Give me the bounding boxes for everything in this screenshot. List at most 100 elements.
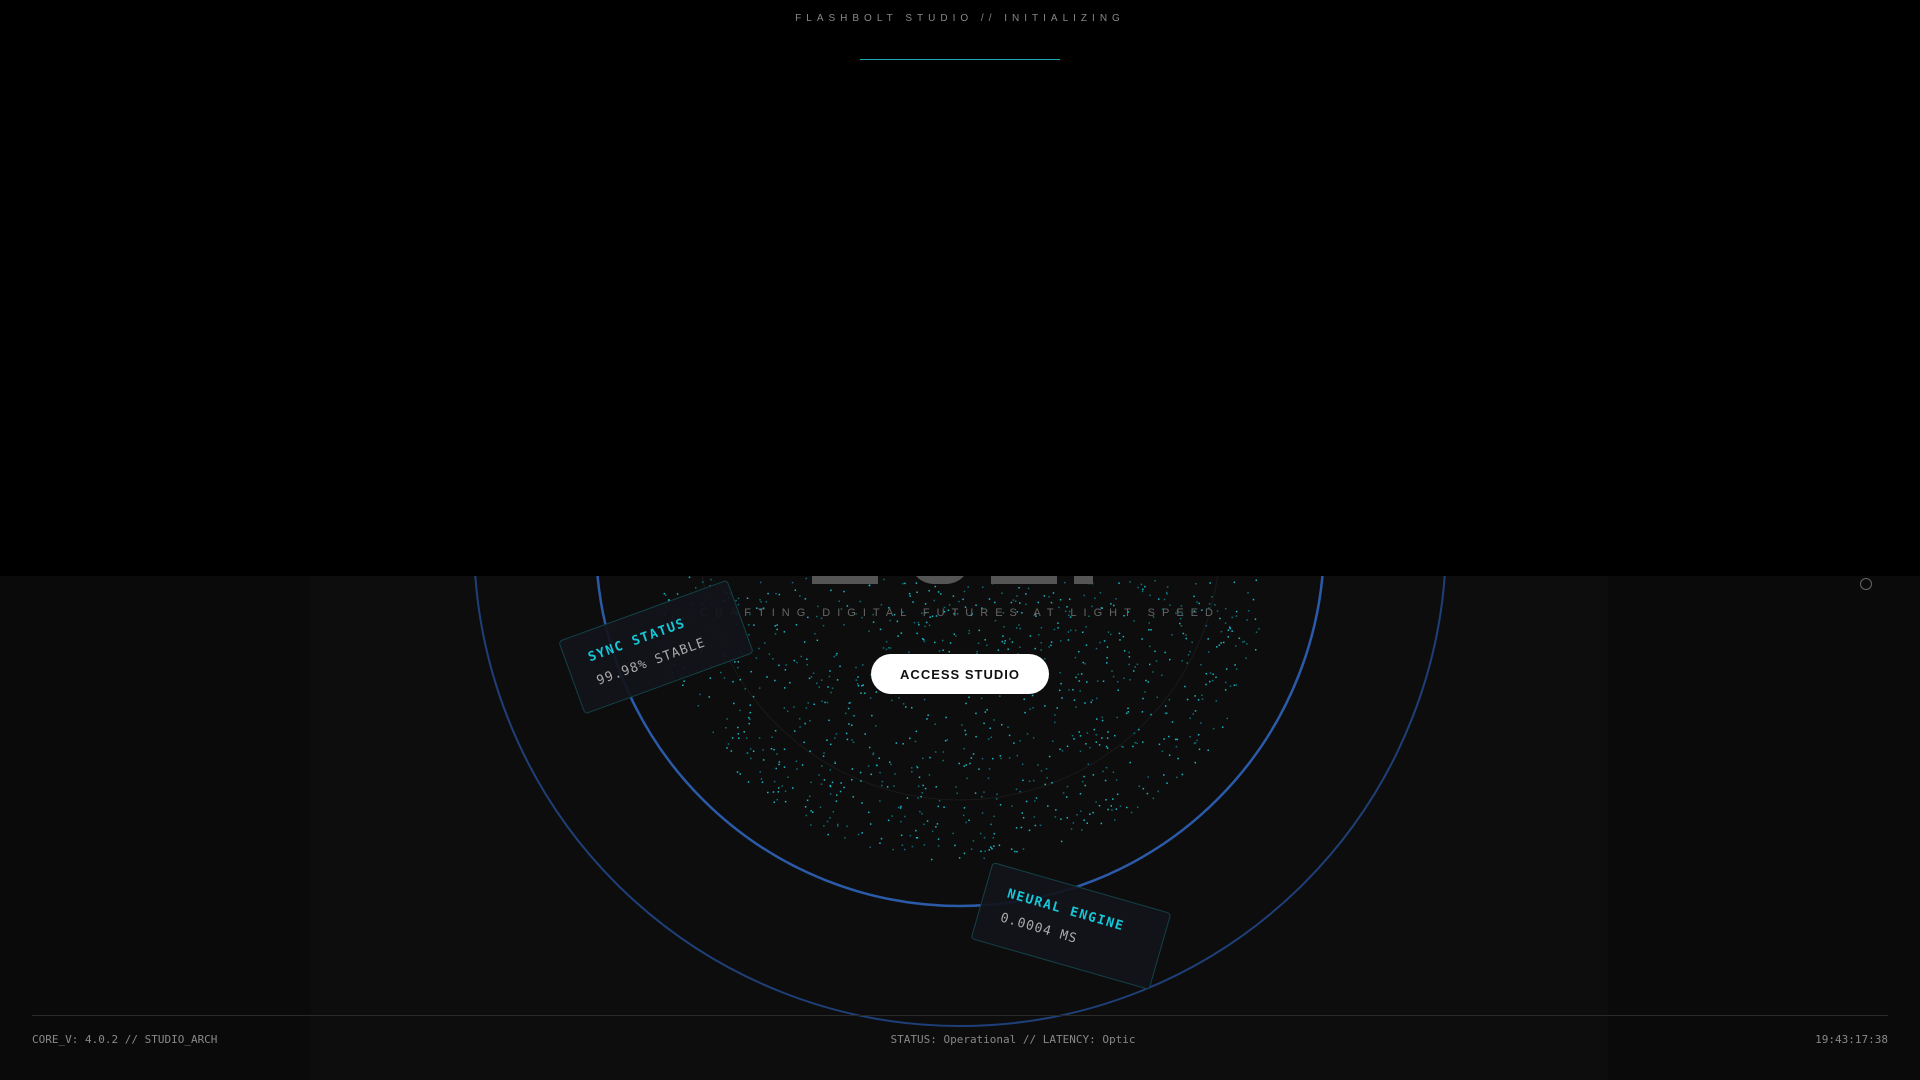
particle	[859, 600, 862, 603]
particle	[1052, 592, 1055, 594]
particle	[934, 641, 936, 644]
particle	[1069, 629, 1072, 632]
particle	[1029, 635, 1032, 637]
particle	[870, 773, 872, 776]
particle	[879, 771, 881, 774]
particle	[837, 825, 839, 827]
particle	[800, 655, 802, 658]
particle	[961, 724, 963, 726]
particle	[1224, 689, 1227, 691]
particle	[1152, 671, 1154, 673]
particle	[976, 650, 979, 653]
particle	[1028, 780, 1031, 783]
particle	[783, 631, 786, 633]
particle	[967, 586, 969, 588]
particle	[725, 726, 727, 729]
particle	[820, 679, 823, 681]
particle	[1136, 742, 1138, 745]
particle	[1156, 696, 1158, 699]
particle	[964, 729, 966, 732]
particle	[1101, 719, 1104, 722]
particle	[1207, 638, 1209, 640]
particle	[1011, 805, 1013, 807]
particle	[970, 757, 973, 759]
particle	[824, 701, 826, 704]
particle	[765, 601, 768, 603]
particle	[1154, 579, 1156, 582]
particle	[1112, 771, 1115, 773]
particle	[1168, 658, 1171, 661]
particle	[1105, 766, 1108, 769]
particle	[1224, 622, 1227, 624]
particle	[766, 676, 768, 678]
particle	[894, 773, 896, 775]
particle	[768, 653, 771, 655]
particle	[1090, 701, 1092, 704]
footer-divider	[32, 1015, 1888, 1016]
particle	[1072, 688, 1074, 691]
particle	[1221, 726, 1224, 728]
particle	[1098, 744, 1101, 746]
particle	[915, 582, 918, 584]
particle	[1134, 741, 1136, 744]
particle	[805, 707, 808, 709]
particle	[889, 647, 892, 649]
particle	[789, 681, 791, 684]
particle	[980, 697, 983, 700]
particle	[1011, 641, 1014, 643]
particle	[1201, 698, 1204, 700]
particle	[1023, 698, 1025, 701]
particle	[887, 819, 890, 822]
particle	[924, 625, 926, 628]
particle	[1209, 680, 1211, 683]
particle	[934, 585, 937, 588]
particle	[1191, 641, 1193, 644]
particle	[915, 829, 917, 832]
particle	[981, 586, 984, 588]
particle	[759, 771, 761, 773]
particle	[993, 815, 995, 818]
particle	[1060, 818, 1062, 820]
particle	[732, 680, 734, 683]
particle	[1070, 828, 1073, 830]
particle	[924, 787, 927, 790]
particle	[965, 733, 967, 736]
particle	[857, 833, 860, 836]
particle	[1179, 622, 1181, 625]
particle	[882, 647, 885, 649]
particle	[1146, 792, 1149, 795]
particle	[1163, 774, 1165, 776]
particle	[1106, 657, 1108, 659]
particle	[1039, 824, 1042, 827]
particle	[1007, 648, 1009, 650]
particle	[1222, 641, 1225, 644]
particle	[1016, 754, 1019, 757]
particle	[934, 751, 937, 753]
particle	[840, 782, 842, 784]
particle	[1094, 597, 1096, 599]
particle	[823, 779, 826, 781]
particle	[1126, 806, 1128, 809]
particle	[1158, 743, 1161, 746]
particle	[1161, 750, 1164, 753]
particle	[1021, 763, 1024, 766]
particle	[1107, 731, 1109, 733]
particle	[1064, 581, 1066, 584]
particle	[1220, 630, 1223, 633]
particle	[807, 702, 809, 704]
particle	[1100, 822, 1103, 825]
particle	[875, 691, 878, 693]
particle	[1075, 706, 1077, 708]
loader-title: FLASHBOLT STUDIO // INITIALIZING	[795, 13, 1125, 24]
particle	[688, 576, 691, 579]
particle	[1084, 784, 1087, 787]
particle	[981, 757, 984, 760]
particle	[753, 624, 755, 626]
particle	[1081, 780, 1084, 783]
particle	[1128, 656, 1131, 658]
particle	[773, 780, 776, 783]
particle	[835, 654, 837, 657]
particle	[826, 820, 829, 823]
particle	[1048, 596, 1050, 598]
access-studio-button[interactable]: ACCESS STUDIO	[871, 654, 1049, 694]
